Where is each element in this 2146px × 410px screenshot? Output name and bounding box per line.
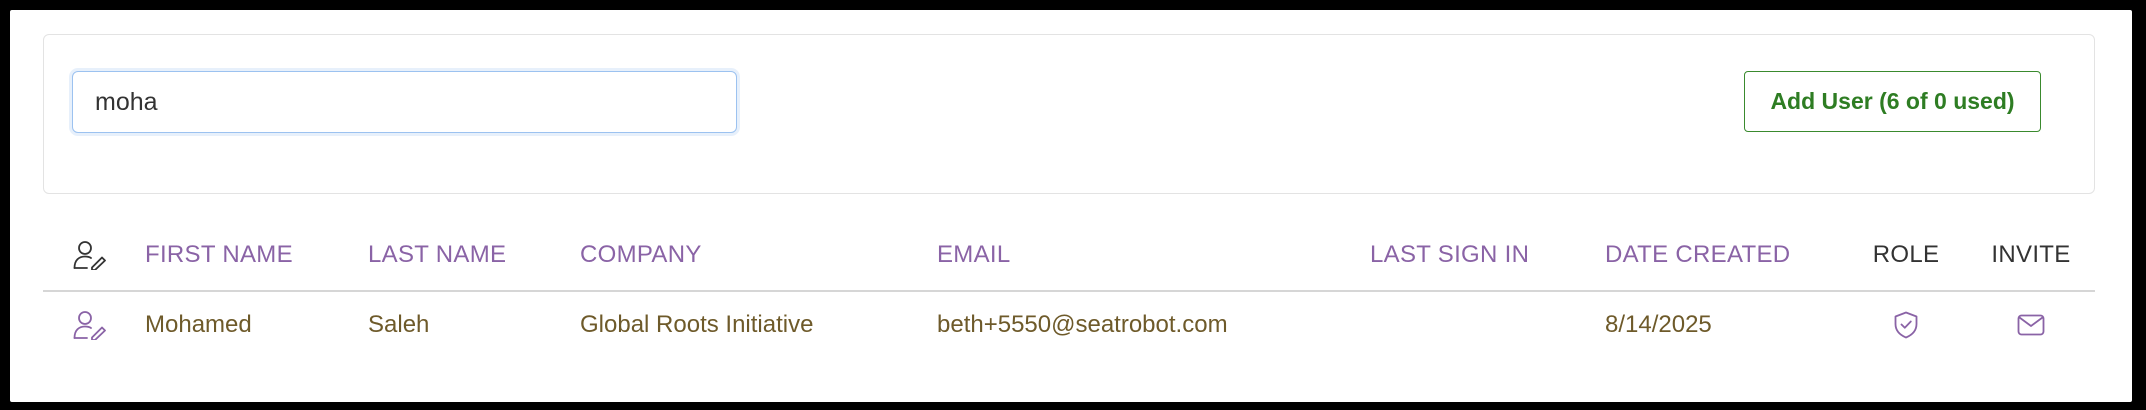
column-header-date-created[interactable]: DATE CREATED [1605,220,1790,290]
search-toolbar: Add User (6 of 0 used) [43,34,2095,194]
user-management-panel: Add User (6 of 0 used) FIRST NAME LAST N… [10,10,2132,402]
envelope-icon[interactable] [1996,292,2066,358]
edit-user-icon[interactable] [73,292,113,358]
cell-date-created: 8/14/2025 [1605,311,1712,338]
cell-company: Global Roots Initiative [580,311,814,338]
cell-first-name: Mohamed [145,311,252,338]
column-header-role: ROLE [1872,241,1940,268]
shield-check-icon[interactable] [1871,292,1941,358]
user-edit-icon [73,220,113,290]
column-header-first-name[interactable]: FIRST NAME [145,220,293,290]
cell-last-name: Saleh [368,311,430,338]
column-header-last-name[interactable]: LAST NAME [368,220,506,290]
column-header-email[interactable]: EMAIL [937,220,1011,290]
cell-email: beth+5550@seatrobot.com [937,311,1228,338]
table-row: Mohamed Saleh Global Roots Initiative be… [43,292,2095,358]
user-search-input[interactable] [72,71,737,133]
column-header-last-sign-in[interactable]: LAST SIGN IN [1370,220,1529,290]
users-table: FIRST NAME LAST NAME COMPANY EMAIL LAST … [43,220,2095,358]
table-header: FIRST NAME LAST NAME COMPANY EMAIL LAST … [43,220,2095,292]
column-header-company[interactable]: COMPANY [580,220,702,290]
add-user-button[interactable]: Add User (6 of 0 used) [1744,71,2041,132]
column-header-invite: INVITE [1991,241,2071,268]
